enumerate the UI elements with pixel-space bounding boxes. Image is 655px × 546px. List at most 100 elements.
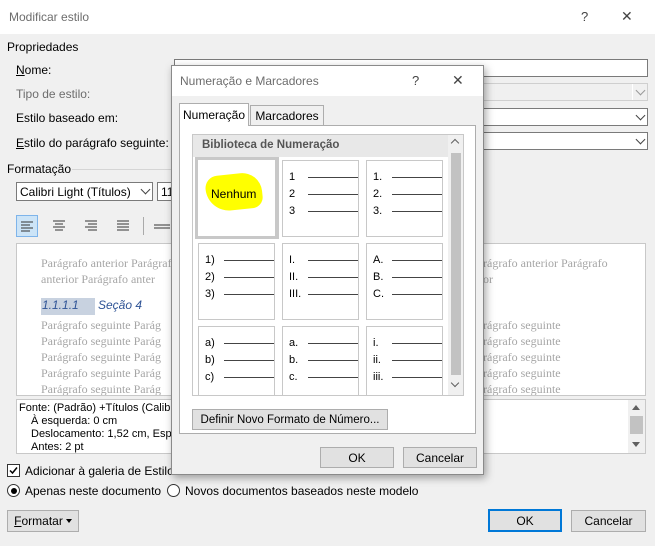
preview-next-para: rágrafo seguinte: [483, 334, 561, 348]
numbering-tile[interactable]: A. B. C.: [366, 243, 443, 320]
format-button[interactable]: Formatar: [7, 510, 79, 532]
preview-prev-para: Parágrafo anterior Parágrafo: [41, 256, 178, 270]
add-to-gallery-checkbox[interactable]: [7, 464, 20, 477]
scroll-up-arrow-icon[interactable]: [450, 138, 460, 148]
numbering-ok-button[interactable]: OK: [320, 447, 394, 468]
numbering-title-bar: Numeração e Marcadores ? ✕: [172, 66, 483, 96]
preview-prev-para: or: [483, 272, 493, 286]
tile-number: 3): [205, 288, 215, 300]
none-tile[interactable]: Nenhum: [195, 157, 279, 239]
help-icon[interactable]: ?: [581, 9, 588, 24]
numbering-library: Biblioteca de Numeração Nenhum 1 2 3 1. …: [192, 134, 464, 396]
preview-next-para: Parágrafo seguinte Parág: [41, 334, 161, 348]
align-right-button[interactable]: [81, 216, 101, 236]
section-divider: [72, 169, 172, 170]
none-label: Nenhum: [211, 187, 257, 201]
tile-number: i.: [373, 337, 379, 349]
tab-numbering-label: Numeração: [182, 108, 246, 122]
new-documents-radio[interactable]: [167, 484, 180, 497]
line-spacing-icon: [154, 224, 170, 229]
preview-next-para: Parágrafo seguinte Parág: [41, 382, 161, 396]
preview-next-para: rágrafo seguinte: [483, 318, 561, 332]
chevron-down-icon: [632, 133, 647, 149]
numbering-cancel-button[interactable]: Cancelar: [403, 447, 477, 468]
ok-button[interactable]: OK: [488, 509, 562, 532]
radio-dot: [10, 487, 17, 494]
scroll-thumb[interactable]: [630, 416, 643, 434]
style-type-label: Tipo de estilo:: [16, 87, 91, 101]
chevron-down-icon: [632, 84, 647, 100]
tile-number: 3: [289, 205, 296, 217]
numbering-tile[interactable]: 1. 2. 3.: [366, 160, 443, 237]
numbering-tile[interactable]: 1 2 3: [282, 160, 359, 237]
align-left-button[interactable]: [16, 215, 38, 237]
tile-number: c.: [289, 371, 298, 383]
properties-section-label: Propriedades: [7, 40, 79, 54]
add-to-gallery-label: Adicionar à galeria de Estilos: [25, 464, 180, 478]
tile-number: 1: [289, 171, 296, 183]
align-left-icon: [21, 221, 33, 232]
help-icon[interactable]: ?: [412, 73, 419, 88]
scroll-down-arrow-icon[interactable]: [450, 378, 460, 388]
font-name-value: Calibri Light (Títulos): [20, 185, 131, 199]
library-scrollbar[interactable]: [448, 135, 463, 395]
tile-number: III.: [289, 288, 302, 300]
numbering-cancel-label: Cancelar: [415, 450, 465, 465]
tile-number: c): [205, 371, 215, 383]
align-right-icon: [85, 220, 97, 231]
cancel-button[interactable]: Cancelar: [571, 510, 646, 532]
tile-number: II.: [289, 271, 299, 283]
justify-button[interactable]: [113, 216, 133, 236]
only-this-document-radio[interactable]: [7, 484, 20, 497]
align-center-button[interactable]: [49, 216, 69, 236]
tile-number: I.: [289, 254, 296, 266]
numbering-tile[interactable]: a) b) c): [198, 326, 275, 395]
tile-number: B.: [373, 271, 384, 283]
checkmark-icon: [9, 467, 18, 475]
numbering-tile[interactable]: a. b. c.: [282, 326, 359, 395]
numbering-tile[interactable]: i. ii. iii.: [366, 326, 443, 395]
justify-icon: [117, 220, 129, 231]
based-on-label: Estilo baseado em:: [16, 111, 119, 125]
dialog-title: Modificar estilo: [9, 10, 90, 24]
description-line: À esquerda: 0 cm: [31, 415, 118, 427]
chevron-down-icon: [632, 109, 647, 125]
preview-next-para: rágrafo seguinte: [483, 350, 561, 364]
ok-button-label: OK: [516, 513, 534, 528]
next-style-label: Estilo do parágrafo seguinte:: [16, 136, 169, 150]
line-spacing-button[interactable]: [150, 216, 172, 236]
tile-number: a): [205, 337, 215, 349]
define-new-format-button[interactable]: Definir Novo Formato de Número...: [192, 409, 388, 430]
description-scrollbar[interactable]: [628, 400, 645, 453]
tile-number: C.: [373, 288, 384, 300]
close-icon[interactable]: ✕: [621, 8, 633, 25]
align-center-icon: [53, 220, 65, 231]
none-tile-inner: Nenhum: [198, 160, 275, 236]
tile-number: iii.: [373, 371, 384, 383]
format-button-label: Formatar: [14, 514, 63, 528]
preview-prev-para: anterior Parágrafo anter: [41, 272, 155, 286]
numbering-tile[interactable]: I. II. III.: [282, 243, 359, 320]
font-name-select[interactable]: Calibri Light (Títulos): [16, 182, 153, 201]
tile-number: 1.: [373, 171, 383, 183]
scroll-thumb[interactable]: [451, 153, 461, 375]
formatting-section-label: Formatação: [7, 162, 72, 176]
new-documents-label: Novos documentos baseados neste modelo: [185, 484, 419, 498]
tile-number: ii.: [373, 354, 381, 366]
tile-number: b): [205, 354, 215, 366]
library-header-label: Biblioteca de Numeração: [202, 139, 340, 151]
close-icon[interactable]: ✕: [452, 72, 464, 89]
tile-number: a.: [289, 337, 299, 349]
tab-numbering[interactable]: Numeração: [179, 103, 249, 126]
tile-number: 2: [289, 188, 296, 200]
preview-next-para: Parágrafo seguinte Parág: [41, 350, 161, 364]
preview-heading-number: 1.1.1.1: [41, 298, 95, 315]
scroll-down-arrow-icon[interactable]: [632, 442, 640, 447]
scroll-up-arrow-icon[interactable]: [632, 405, 640, 410]
preview-next-para: Parágrafo seguinte Parág: [41, 318, 161, 332]
toolbar-separator: [143, 217, 144, 235]
tab-bullets[interactable]: Marcadores: [250, 105, 324, 126]
cancel-button-label: Cancelar: [584, 514, 633, 528]
preview-next-para: rágrafo seguinte: [483, 366, 561, 380]
numbering-tile[interactable]: 1) 2) 3): [198, 243, 275, 320]
